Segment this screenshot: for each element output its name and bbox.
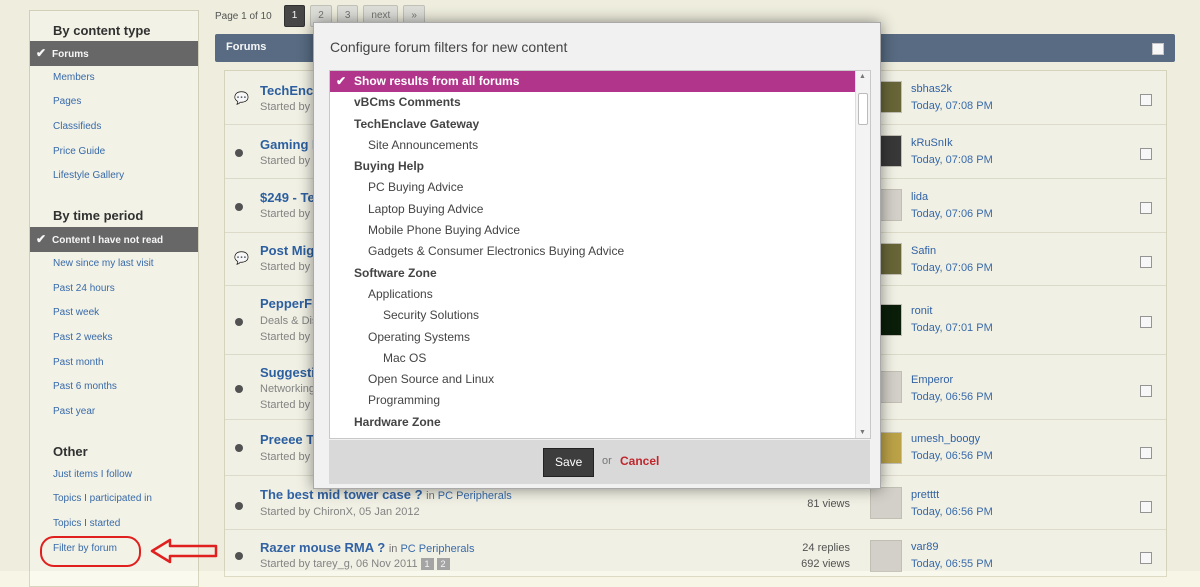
annotation-arrow-icon	[150, 538, 218, 564]
scroll-up-icon[interactable]: ▲	[859, 73, 866, 80]
scrollbar[interactable]: ▲ ▼	[855, 71, 870, 438]
forum-option[interactable]: vBCms Comments	[330, 92, 870, 113]
cancel-link[interactable]: Cancel	[620, 454, 659, 468]
forum-option[interactable]: Gadgets & Consumer Electronics Buying Ad…	[330, 241, 870, 262]
or-text: or	[602, 455, 612, 467]
forum-option-list: ✔ Show results from all forums vBCms Comme…	[330, 71, 870, 433]
dialog-title: Configure forum filters for new content	[330, 39, 568, 55]
forum-option[interactable]: Mobile Phone Buying Advice	[330, 220, 870, 241]
forum-option[interactable]: Mac OS	[330, 348, 870, 369]
forum-option[interactable]: Site Announcements	[330, 135, 870, 156]
forum-list-box[interactable]: ✔ Show results from all forums vBCms Comme…	[329, 70, 871, 439]
forum-option[interactable]: Hardware Zone	[330, 412, 870, 433]
forum-option[interactable]: Software Zone	[330, 263, 870, 284]
save-button[interactable]: Save	[543, 448, 595, 477]
forum-option[interactable]: Open Source and Linux	[330, 369, 870, 390]
forum-option[interactable]: Programming	[330, 390, 870, 411]
forum-option[interactable]: Buying Help	[330, 156, 870, 177]
forum-option[interactable]: ✔ Show results from all forums	[330, 71, 855, 93]
forum-option[interactable]: Applications	[330, 284, 870, 305]
scrollbar-thumb[interactable]	[858, 93, 868, 125]
forum-option[interactable]: Laptop Buying Advice	[330, 199, 870, 220]
forum-option[interactable]: Operating Systems	[330, 327, 870, 348]
forum-option[interactable]: TechEnclave Gateway	[330, 114, 870, 135]
forum-filter-dialog: Configure forum filters for new content …	[313, 22, 881, 489]
scroll-down-icon[interactable]: ▼	[859, 429, 866, 436]
dialog-footer: Save or Cancel	[329, 440, 870, 484]
annotation-oval	[40, 536, 141, 567]
checkmark-icon: ✔	[336, 74, 347, 88]
forum-option[interactable]: Security Solutions	[330, 305, 870, 326]
forum-option[interactable]: PC Buying Advice	[330, 177, 870, 198]
